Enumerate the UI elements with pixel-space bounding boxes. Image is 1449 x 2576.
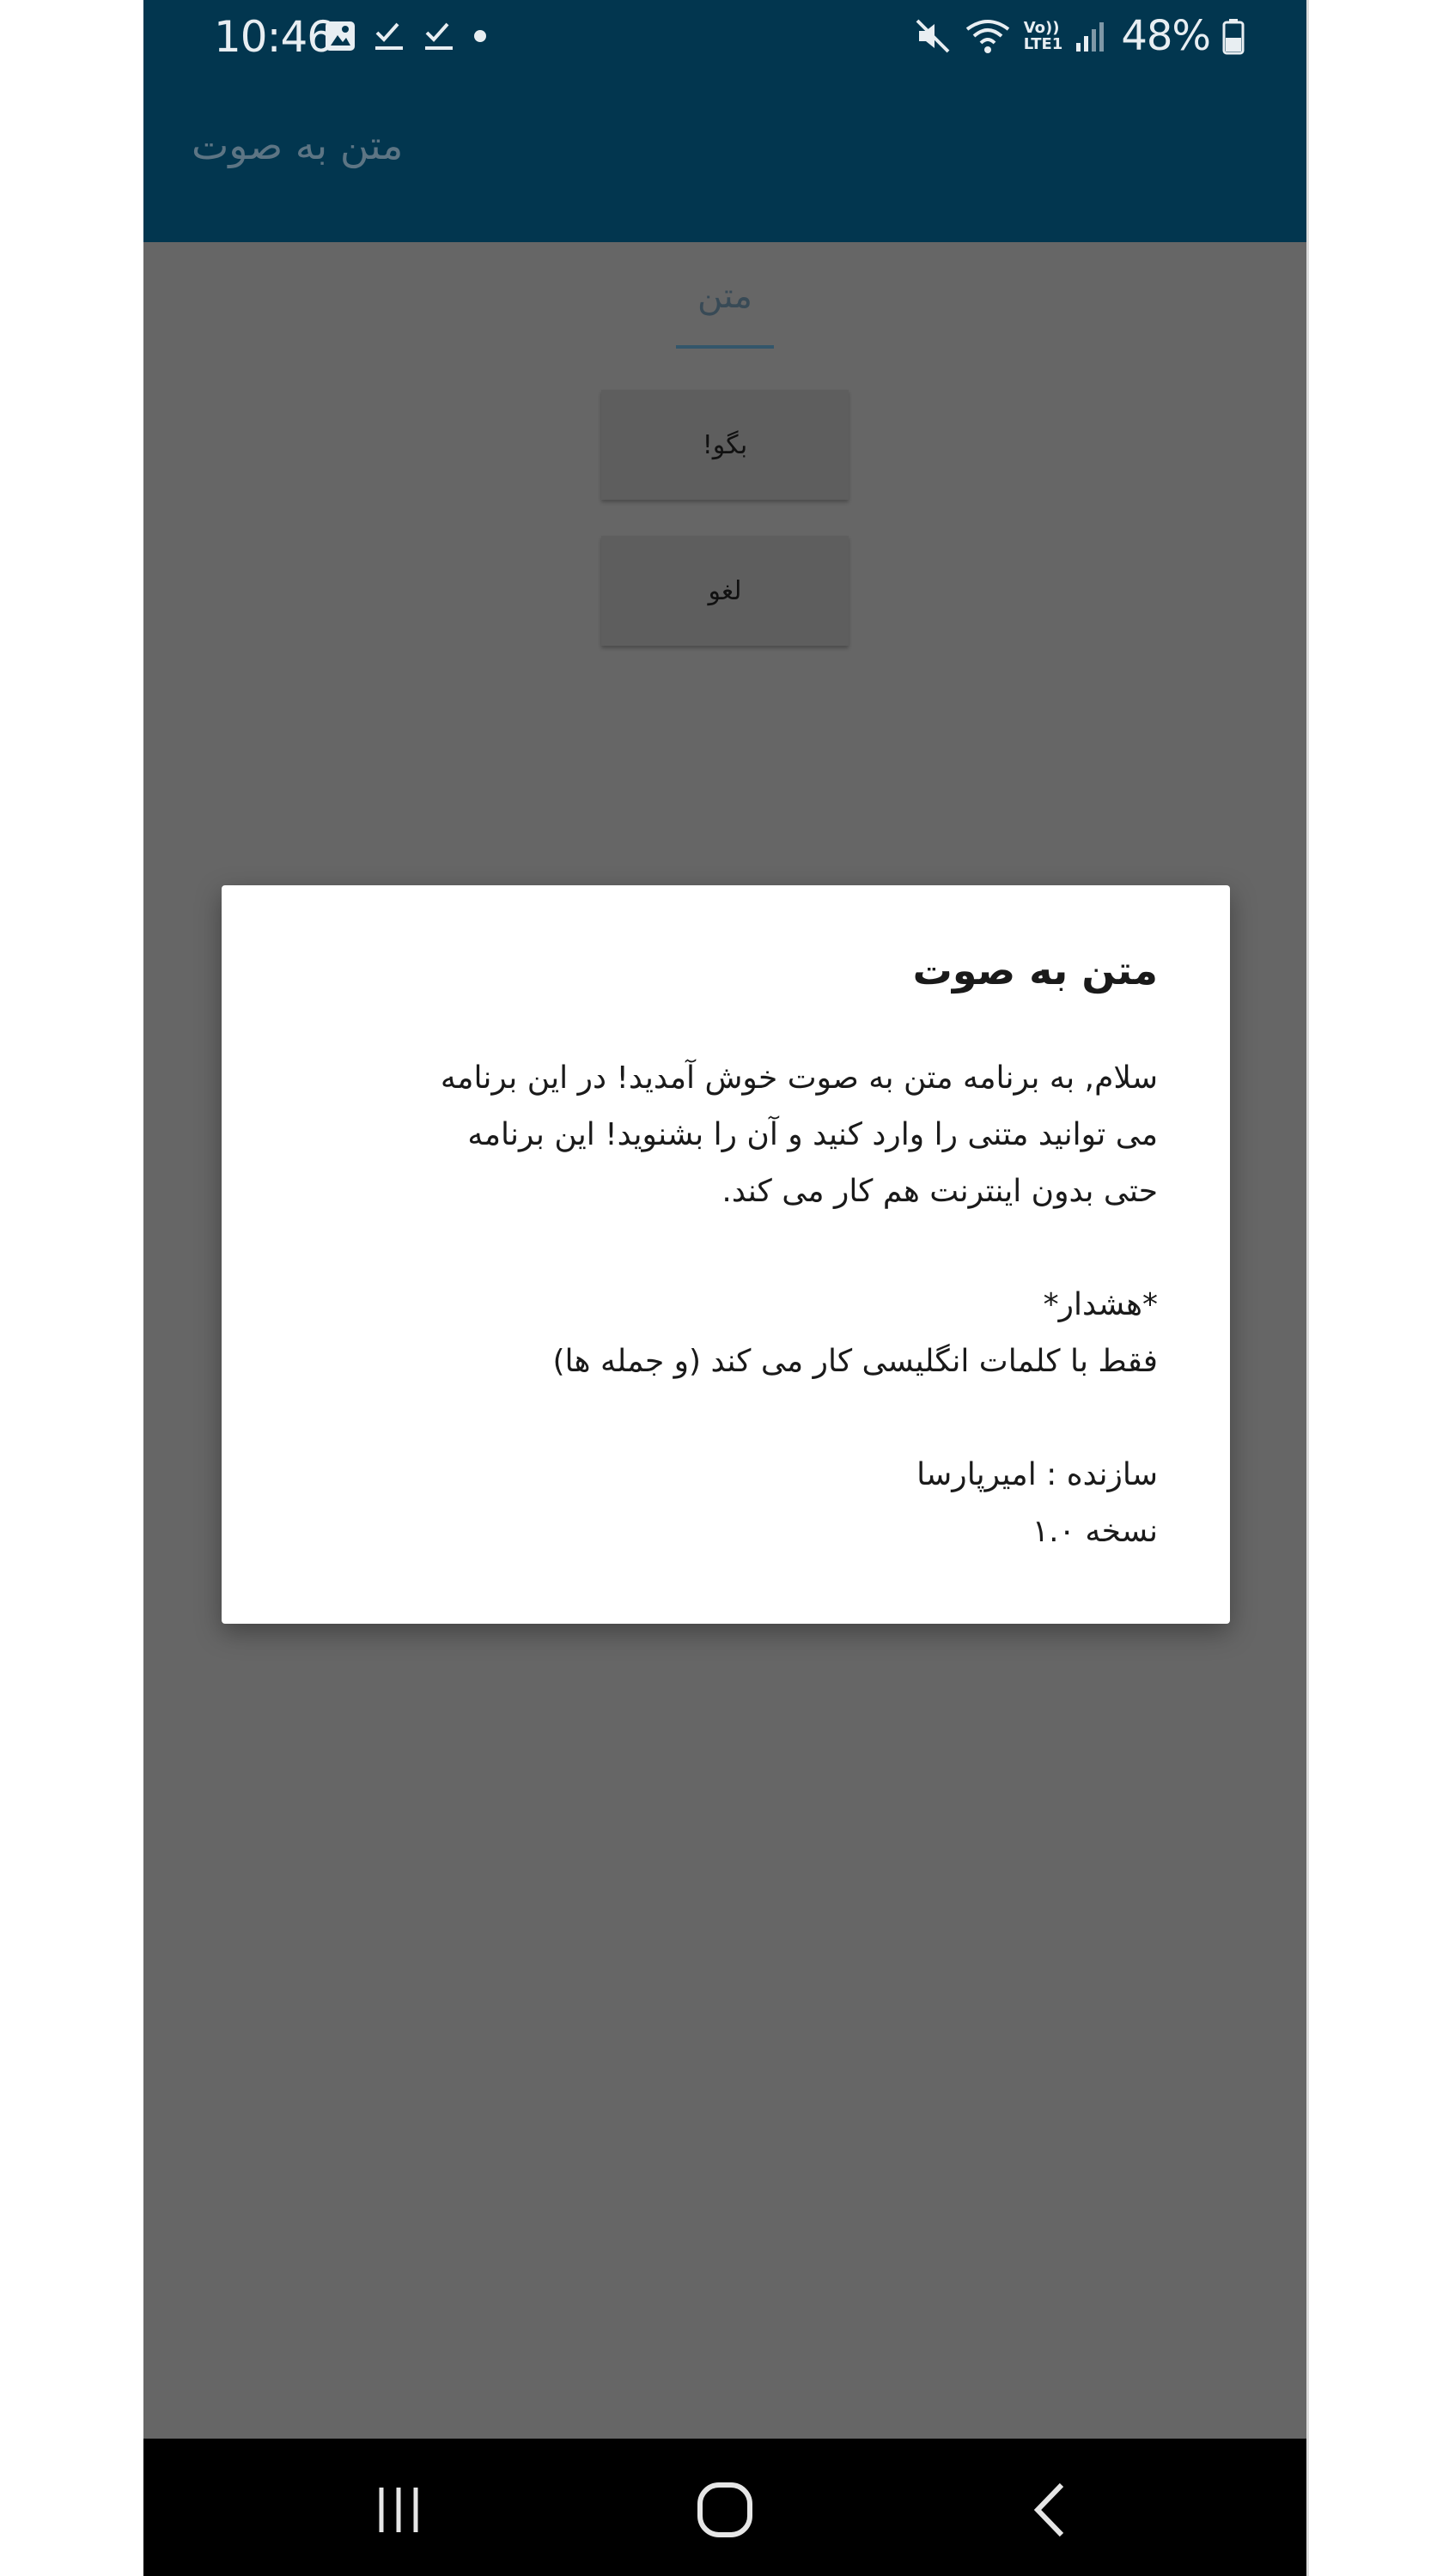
system-status-icons: Vo)) LTE1 48% (914, 12, 1245, 60)
signal-icon (1076, 22, 1105, 52)
battery-icon (1222, 19, 1245, 55)
app-title: متن به صوت (192, 122, 404, 168)
dialog-line-1: سلام, به برنامه متن به صوت خوش آمدید! در… (440, 1060, 1158, 1096)
screen-edge (1306, 0, 1309, 2576)
back-icon (1033, 2482, 1064, 2537)
volte-label-top: Vo)) (1023, 19, 1060, 37)
warning-title: *هشدار* (1043, 1287, 1158, 1322)
status-time: 10:46 (214, 12, 334, 62)
check-icon (375, 22, 403, 50)
phone-screen: 10:46 Vo)) LTE1 48% متن به صوت متن بگو! … (143, 0, 1306, 2576)
mute-icon (916, 19, 950, 53)
dot-icon (474, 30, 486, 42)
volte-icon: Vo)) LTE1 (1024, 20, 1063, 52)
navigation-bar (143, 2439, 1306, 2576)
volte-label-bottom: LTE1 (1023, 35, 1063, 53)
cancel-button[interactable]: لغو (601, 536, 849, 646)
author-text: سازنده : امیرپارسا (916, 1457, 1158, 1492)
status-bar: 10:46 Vo)) LTE1 48% (143, 0, 1306, 76)
dialog-line-3: حتی بدون اینترنت هم کار می کند. (721, 1174, 1158, 1209)
tab-indicator (676, 345, 774, 349)
dialog-title: متن به صوت (912, 947, 1158, 993)
recent-apps-icon (379, 2488, 418, 2532)
battery-percent: 48% (1121, 12, 1211, 60)
dialog-body: سلام, به برنامه متن به صوت خوش آمدید! در… (290, 1050, 1158, 1560)
recent-apps-button[interactable] (360, 2471, 437, 2549)
version-text: نسخه ۱.۰ (1032, 1514, 1158, 1549)
dialog-line-2: می توانید متنی را وارد کنید و آن را بشنو… (467, 1117, 1158, 1152)
notification-icons (324, 19, 489, 53)
say-button[interactable]: بگو! (601, 390, 849, 500)
home-icon (697, 2482, 752, 2537)
home-button[interactable] (686, 2471, 764, 2549)
back-button[interactable] (1011, 2471, 1088, 2549)
tab-text[interactable]: متن (676, 276, 774, 316)
gallery-icon (326, 21, 355, 51)
about-dialog: متن به صوت سلام, به برنامه متن به صوت خو… (222, 885, 1230, 1624)
check-icon (425, 22, 453, 50)
warning-text: فقط با کلمات انگلیسی کار می کند (و جمله … (552, 1344, 1159, 1379)
app-bar: متن به صوت (143, 76, 1306, 242)
wifi-icon (965, 20, 1009, 53)
